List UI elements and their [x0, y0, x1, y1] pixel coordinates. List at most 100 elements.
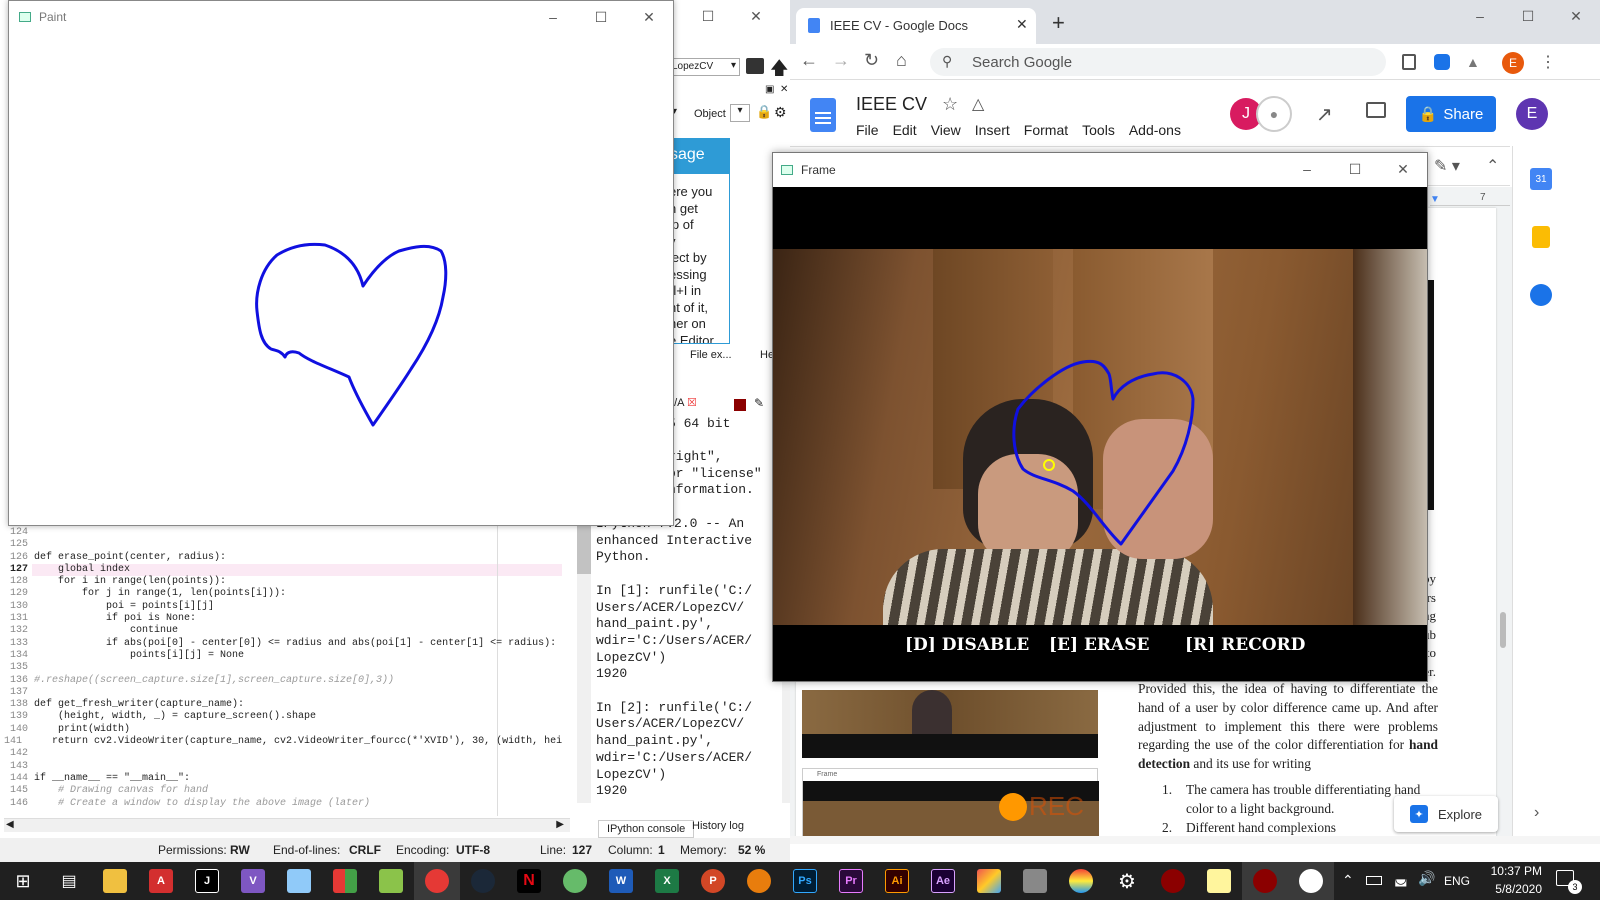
- taskbar-git[interactable]: [966, 862, 1012, 900]
- explore-button[interactable]: ✦ Explore: [1394, 796, 1498, 832]
- share-button[interactable]: 🔒 Share: [1406, 96, 1496, 132]
- drive-icon[interactable]: △: [972, 94, 984, 114]
- activity-icon[interactable]: ↗: [1316, 102, 1333, 127]
- calendar-icon[interactable]: 31: [1530, 168, 1552, 190]
- tab-close-icon[interactable]: ✕: [1016, 16, 1028, 33]
- menu-view[interactable]: View: [931, 122, 961, 138]
- minimize-icon[interactable]: –: [1283, 153, 1331, 185]
- forward-icon[interactable]: →: [832, 50, 850, 71]
- doc-title[interactable]: IEEE CV: [856, 94, 927, 115]
- lock-icon[interactable]: 🔒: [756, 104, 772, 120]
- paint-canvas[interactable]: [9, 33, 674, 525]
- chrome-hscrollbar[interactable]: [790, 836, 1600, 844]
- pane-close-icon[interactable]: ✕: [780, 84, 788, 95]
- back-icon[interactable]: ←: [800, 50, 818, 71]
- taskbar-acrobat[interactable]: A: [138, 862, 184, 900]
- profile-avatar[interactable]: E: [1502, 52, 1524, 74]
- taskbar-illustrator[interactable]: Ai: [874, 862, 920, 900]
- console-scroll-thumb[interactable]: [577, 518, 591, 574]
- taskbar-file-explorer[interactable]: [92, 862, 138, 900]
- up-arrow-icon[interactable]: 🡅: [770, 56, 789, 86]
- taskbar-notes-app[interactable]: [1196, 862, 1242, 900]
- account-avatar[interactable]: E: [1516, 98, 1548, 130]
- minimize-icon[interactable]: –: [529, 1, 577, 33]
- taskbar-spyder[interactable]: [1150, 862, 1196, 900]
- menu-insert[interactable]: Insert: [975, 122, 1010, 138]
- taskbar-3d-viewer[interactable]: [1012, 862, 1058, 900]
- console-tab-history[interactable]: History log: [692, 820, 744, 832]
- open-folder-icon[interactable]: [746, 58, 764, 74]
- spyder-path-combo[interactable]: LopezCV ▾: [668, 58, 740, 76]
- code-editor[interactable]: 124 125 126 def erase_point(center, radius)…: [4, 527, 562, 817]
- menu-format[interactable]: Format: [1024, 122, 1068, 138]
- tab-close-icon[interactable]: ☒: [687, 397, 697, 409]
- indent-marker-icon[interactable]: ▼: [1430, 194, 1440, 205]
- doc-scrollbar-thumb[interactable]: [1500, 612, 1506, 648]
- stop-kernel-icon[interactable]: [734, 399, 746, 411]
- menu-addons[interactable]: Add-ons: [1129, 122, 1181, 138]
- start-button[interactable]: ⊞: [0, 862, 46, 900]
- close-icon[interactable]: ✕: [732, 0, 780, 32]
- taskbar-steam[interactable]: [460, 862, 506, 900]
- taskbar-netflix[interactable]: N: [506, 862, 552, 900]
- taskbar-premiere[interactable]: Pr: [828, 862, 874, 900]
- close-icon[interactable]: ✕: [625, 1, 673, 33]
- clock-time[interactable]: 10:37 PM: [1480, 864, 1542, 878]
- minimize-icon[interactable]: –: [1456, 0, 1504, 32]
- taskbar-colors-app[interactable]: [322, 862, 368, 900]
- tray-chevron-icon[interactable]: ⌃: [1342, 872, 1354, 889]
- menu-tools[interactable]: Tools: [1082, 122, 1115, 138]
- editor-hscrollbar[interactable]: ◀ ▶: [4, 818, 570, 832]
- keep-icon[interactable]: [1532, 226, 1550, 248]
- volume-icon[interactable]: 🔊: [1418, 870, 1435, 887]
- maximize-icon[interactable]: ☐: [577, 1, 625, 33]
- taskbar-excel[interactable]: X: [644, 862, 690, 900]
- console-tab-ipython[interactable]: IPython console: [598, 820, 695, 838]
- taskbar-atom[interactable]: [552, 862, 598, 900]
- maximize-icon[interactable]: ☐: [1504, 0, 1552, 32]
- anonymous-avatar[interactable]: ●: [1256, 96, 1292, 132]
- taskbar-notepad-app[interactable]: [368, 862, 414, 900]
- pane-undock-icon[interactable]: ▣: [765, 84, 774, 95]
- taskbar-blender[interactable]: [736, 862, 782, 900]
- menu-file[interactable]: File: [856, 122, 879, 138]
- taskbar-settings[interactable]: ⚙: [1104, 862, 1150, 900]
- taskbar-visual-studio[interactable]: V: [230, 862, 276, 900]
- expand-panel-icon[interactable]: ›: [1534, 804, 1539, 822]
- comments-icon[interactable]: [1366, 102, 1386, 118]
- collapse-menu-icon[interactable]: ⌃: [1486, 156, 1499, 176]
- home-icon[interactable]: ⌂: [896, 50, 907, 71]
- reload-icon[interactable]: ↻: [864, 50, 879, 71]
- taskbar-cube-app[interactable]: [276, 862, 322, 900]
- help-tab-file-explorer[interactable]: File ex...: [690, 349, 732, 361]
- taskbar-python[interactable]: [1288, 862, 1334, 900]
- eraser-icon[interactable]: ✎: [754, 396, 764, 410]
- chrome-menu-icon[interactable]: ⋮: [1540, 52, 1556, 72]
- extension-icon-1[interactable]: [1402, 54, 1416, 70]
- taskbar-chrome[interactable]: [414, 862, 460, 900]
- language-indicator[interactable]: ENG: [1444, 874, 1470, 888]
- chrome-tab[interactable]: IEEE CV - Google Docs ✕: [796, 8, 1036, 44]
- taskbar-photoshop[interactable]: Ps: [782, 862, 828, 900]
- maximize-icon[interactable]: ☐: [684, 0, 732, 32]
- editing-mode-icon[interactable]: ✎ ▾: [1434, 156, 1460, 176]
- address-bar[interactable]: ⚲ Search Google: [930, 48, 1386, 76]
- new-tab-icon[interactable]: +: [1052, 10, 1065, 36]
- task-view-button[interactable]: ▤: [46, 862, 92, 900]
- taskbar-word[interactable]: W: [598, 862, 644, 900]
- console-scrollbar[interactable]: [577, 516, 591, 803]
- taskbar-powerpoint[interactable]: P: [690, 862, 736, 900]
- clock-date[interactable]: 5/8/2020: [1480, 882, 1542, 896]
- tasks-icon[interactable]: [1530, 284, 1552, 306]
- wifi-icon[interactable]: ◛: [1394, 870, 1408, 887]
- docs-logo-icon[interactable]: [810, 98, 836, 132]
- gear-icon[interactable]: ⚙: [774, 104, 787, 121]
- extension-icon-3[interactable]: ▲: [1466, 54, 1480, 70]
- scroll-right-icon[interactable]: ▶: [556, 819, 564, 830]
- taskbar-rainbow-app[interactable]: [1058, 862, 1104, 900]
- extension-icon-2[interactable]: [1434, 54, 1450, 70]
- maximize-icon[interactable]: ☐: [1331, 153, 1379, 185]
- star-icon[interactable]: ☆: [942, 94, 958, 115]
- close-icon[interactable]: ✕: [1552, 0, 1600, 32]
- scroll-left-icon[interactable]: ◀: [6, 819, 14, 830]
